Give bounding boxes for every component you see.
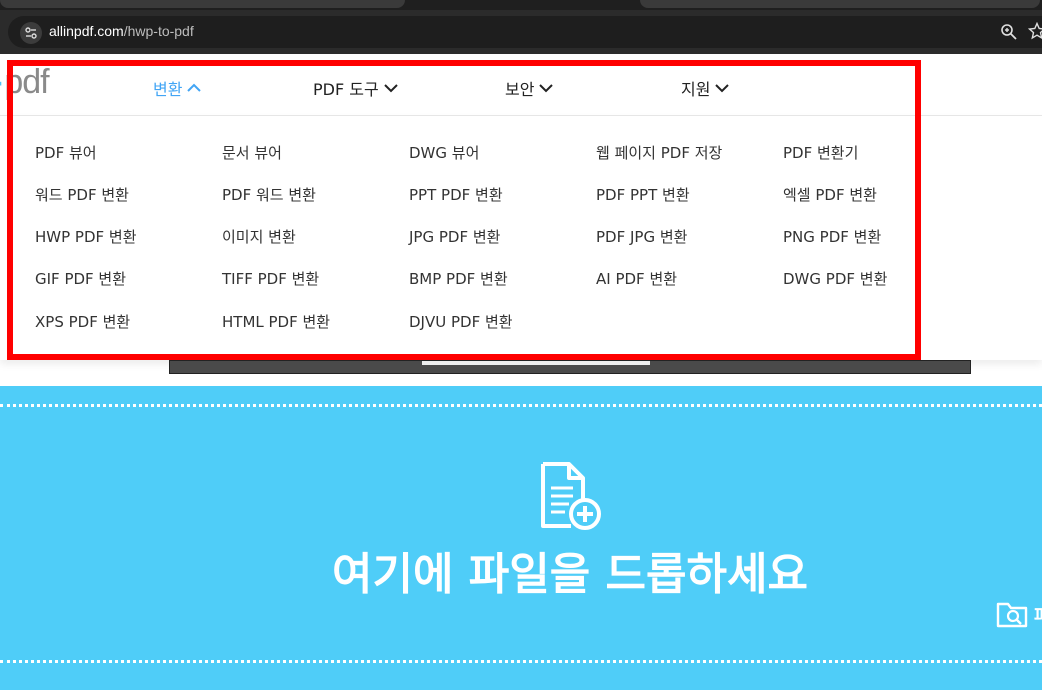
folder-button-label[interactable]: 파 bbox=[1034, 602, 1042, 628]
menu-item-pdf-to-jpg[interactable]: PDF JPG 변환 bbox=[596, 226, 687, 247]
nav-support[interactable]: 지원 bbox=[681, 76, 730, 100]
nav-label: PDF 도구 bbox=[313, 80, 379, 99]
nav-label: 보안 bbox=[505, 80, 535, 99]
logo[interactable]: ·pdf bbox=[0, 63, 50, 102]
banner-image bbox=[169, 360, 971, 374]
menu-item-tiff-to-pdf[interactable]: TIFF PDF 변환 bbox=[222, 268, 319, 289]
url-field[interactable]: allinpdf.com/hwp-to-pdf bbox=[8, 16, 1042, 48]
menu-item-document-viewer[interactable]: 문서 뷰어 bbox=[222, 142, 282, 163]
chevron-down-icon bbox=[383, 82, 399, 94]
menu-item-dwg-to-pdf[interactable]: DWG PDF 변환 bbox=[783, 268, 887, 289]
menu-item-png-to-pdf[interactable]: PNG PDF 변환 bbox=[783, 226, 881, 247]
dropzone-border-top bbox=[0, 404, 1042, 407]
add-file-icon bbox=[537, 460, 603, 536]
menu-item-djvu-to-pdf[interactable]: DJVU PDF 변환 bbox=[409, 311, 513, 332]
menu-item-word-to-pdf[interactable]: 워드 PDF 변환 bbox=[35, 184, 129, 205]
menu-item-xps-to-pdf[interactable]: XPS PDF 변환 bbox=[35, 311, 130, 332]
dropzone-text: 여기에 파일을 드롭하세요 bbox=[332, 549, 808, 600]
menu-item-hwp-to-pdf[interactable]: HWP PDF 변환 bbox=[35, 226, 137, 247]
logo-text: pdf bbox=[4, 63, 49, 101]
folder-search-icon[interactable] bbox=[996, 598, 1030, 632]
banner-image-highlight bbox=[422, 361, 650, 365]
menu-item-gif-to-pdf[interactable]: GIF PDF 변환 bbox=[35, 268, 126, 289]
menu-item-excel-to-pdf[interactable]: 엑셀 PDF 변환 bbox=[783, 184, 877, 205]
file-dropzone[interactable]: 여기에 파일을 드롭하세요 파 bbox=[0, 386, 1042, 690]
nav-label: 변환 bbox=[153, 80, 183, 99]
menu-item-jpg-to-pdf[interactable]: JPG PDF 변환 bbox=[409, 226, 500, 247]
menu-item-bmp-to-pdf[interactable]: BMP PDF 변환 bbox=[409, 268, 508, 289]
menu-item-ppt-to-pdf[interactable]: PPT PDF 변환 bbox=[409, 184, 503, 205]
menu-item-html-to-pdf[interactable]: HTML PDF 변환 bbox=[222, 311, 330, 332]
site-info-icon[interactable] bbox=[20, 22, 42, 44]
menu-item-dwg-viewer[interactable]: DWG 뷰어 bbox=[409, 142, 479, 163]
nav-pdf-tools[interactable]: PDF 도구 bbox=[313, 76, 399, 100]
dropzone-border-bottom bbox=[0, 660, 1042, 663]
nav-security[interactable]: 보안 bbox=[505, 76, 554, 100]
url-text[interactable]: allinpdf.com/hwp-to-pdf bbox=[49, 23, 194, 39]
url-host: allinpdf.com bbox=[49, 23, 124, 39]
menu-item-webpage-to-pdf[interactable]: 웹 페이지 PDF 저장 bbox=[596, 142, 722, 163]
chevron-up-icon bbox=[186, 82, 202, 94]
menu-item-ai-to-pdf[interactable]: AI PDF 변환 bbox=[596, 268, 677, 289]
browser-tab-strip bbox=[0, 0, 1042, 10]
nav-convert[interactable]: 변환 bbox=[153, 76, 202, 100]
chevron-down-icon bbox=[714, 82, 730, 94]
browser-tab[interactable] bbox=[640, 0, 1040, 8]
convert-dropdown-menu: PDF 뷰어 문서 뷰어 DWG 뷰어 웹 페이지 PDF 저장 PDF 변환기… bbox=[0, 116, 1042, 360]
menu-item-pdf-to-ppt[interactable]: PDF PPT 변환 bbox=[596, 184, 690, 205]
site-header: ·pdf 변환 PDF 도구 보안 지원 bbox=[0, 55, 1042, 116]
menu-item-pdf-viewer[interactable]: PDF 뷰어 bbox=[35, 142, 97, 163]
address-bar: allinpdf.com/hwp-to-pdf bbox=[0, 10, 1042, 54]
bookmark-star-icon[interactable] bbox=[1027, 21, 1042, 44]
browser-tab[interactable] bbox=[0, 0, 405, 8]
nav-label: 지원 bbox=[681, 80, 711, 99]
zoom-icon[interactable] bbox=[1000, 23, 1018, 45]
menu-item-pdf-to-word[interactable]: PDF 워드 변환 bbox=[222, 184, 316, 205]
url-path: /hwp-to-pdf bbox=[123, 23, 194, 39]
menu-item-image-convert[interactable]: 이미지 변환 bbox=[222, 226, 296, 247]
menu-item-pdf-converter[interactable]: PDF 변환기 bbox=[783, 142, 858, 163]
chevron-down-icon bbox=[538, 82, 554, 94]
